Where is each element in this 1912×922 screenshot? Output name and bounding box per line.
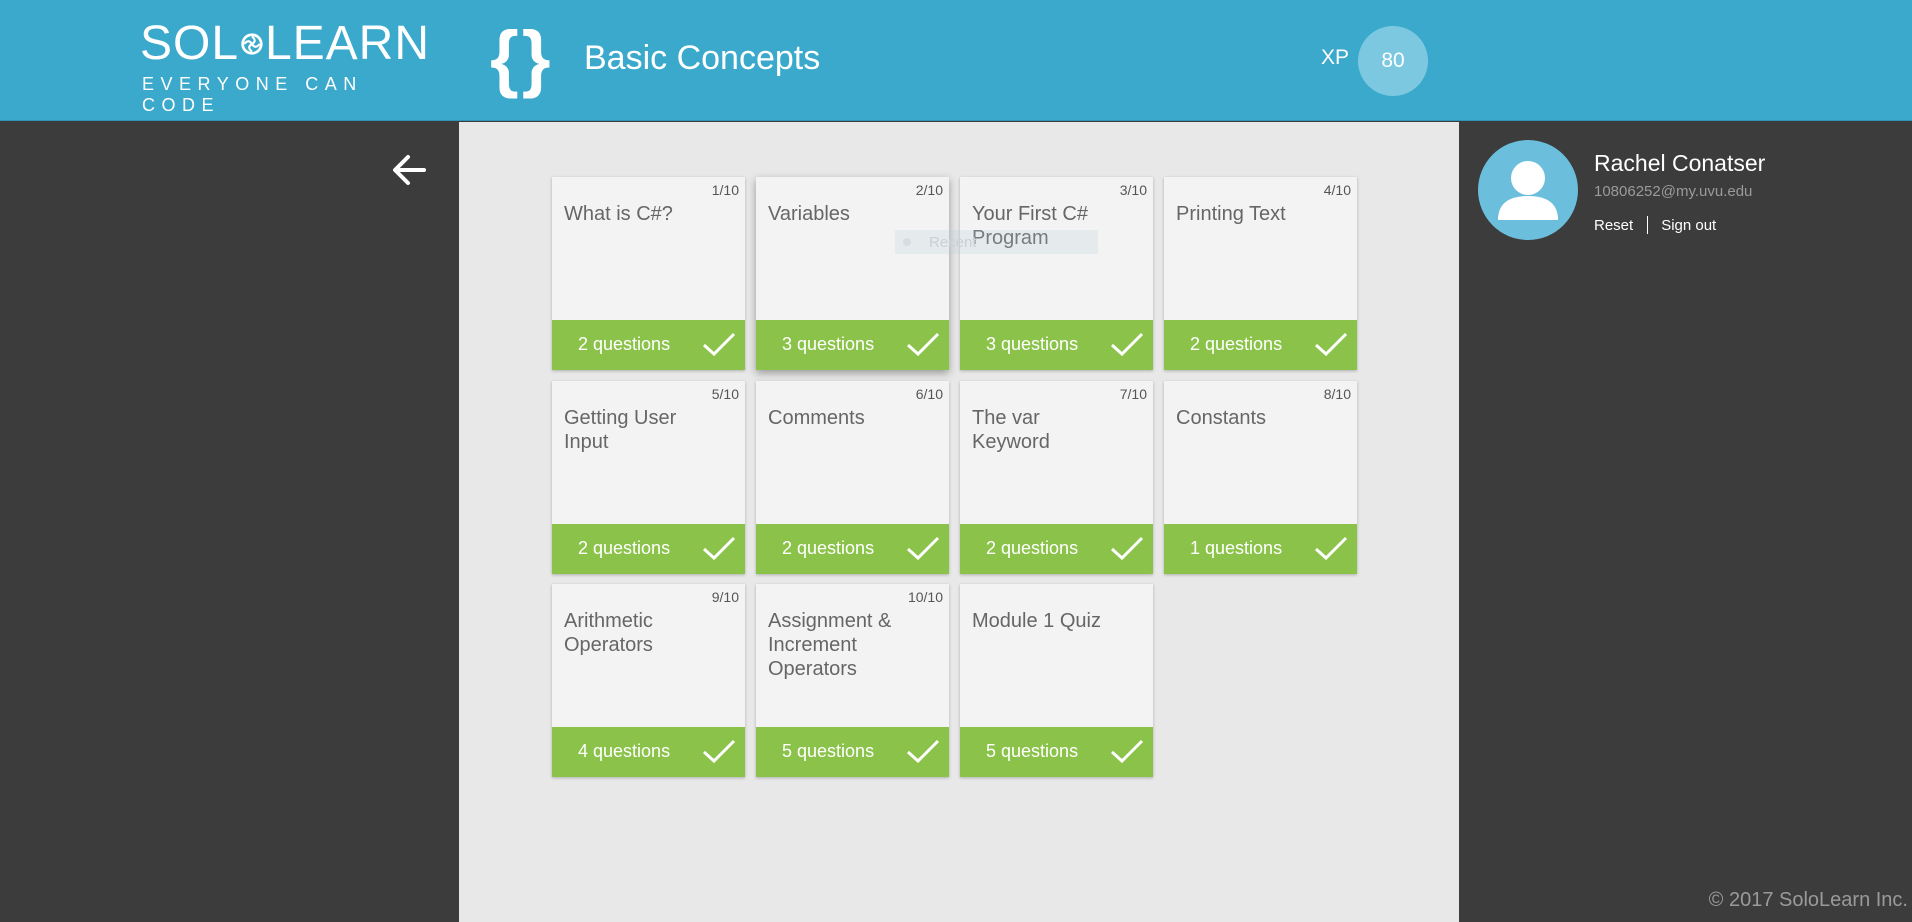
user-email: 10806252@my.uvu.edu [1594,183,1753,200]
checkmark-icon [906,332,940,357]
reset-link[interactable]: Reset [1594,217,1633,234]
ghost-tooltip: Recent [895,230,1098,254]
lesson-title: Comments [768,407,865,429]
checkmark-icon [1110,739,1144,764]
lesson-number: 2/10 [915,182,943,198]
ghost-tooltip-text: Recent [929,234,977,251]
lesson-card[interactable]: 8/10 Constants 1 questions [1164,381,1357,574]
lesson-title: Constants [1176,407,1267,429]
lesson-title: Arithmetic Operators [564,610,653,656]
question-count: 4 questions [578,741,671,761]
lesson-title: What is C#? [564,203,673,225]
lesson-title: The var Keyword [972,407,1050,453]
lesson-number: 3/10 [1119,182,1147,198]
copyright: © 2017 SoloLearn Inc. [1708,889,1908,911]
lesson-number: 9/10 [711,589,739,605]
swirl-icon [241,33,263,55]
lesson-card[interactable]: 5/10 Getting User Input 2 questions [552,381,745,574]
lesson-card[interactable]: 3/10 Your First C# Program 3 questions [960,177,1153,370]
checkmark-icon [1314,536,1348,561]
course-braces-icon: {} [490,16,554,99]
quiz-card[interactable]: Module 1 Quiz 5 questions [960,584,1153,777]
question-count: 2 questions [1190,334,1283,354]
question-count: 3 questions [782,334,875,354]
lesson-status-bar: 2 questions [552,524,745,574]
left-sidebar [0,122,459,922]
lesson-status-bar: 2 questions [756,524,949,574]
checkmark-icon [1110,332,1144,357]
checkmark-icon [1314,332,1348,357]
user-name: Rachel Conatser [1594,150,1766,176]
question-count: 5 questions [782,741,875,761]
lesson-card[interactable]: 6/10 Comments 2 questions [756,381,949,574]
sololearn-logo[interactable]: SOL LEARN EVERYONE CAN CODE [140,17,430,116]
logo-tagline: EVERYONE CAN CODE [142,74,363,115]
lesson-status-bar: 5 questions [960,727,1153,777]
question-count: 2 questions [782,538,875,558]
question-count: 3 questions [986,334,1079,354]
lesson-card[interactable]: 10/10 Assignment & Increment Operators 5… [756,584,949,777]
lesson-title: Assignment & Increment Operators [768,610,892,680]
checkmark-icon [906,536,940,561]
question-count: 5 questions [986,741,1079,761]
checkmark-icon [702,739,736,764]
lesson-status-bar: 3 questions [756,320,949,370]
lesson-number: 8/10 [1323,386,1351,402]
ghost-dot-icon [903,238,911,246]
account-links: Reset Sign out [1594,216,1716,234]
lesson-title: Variables [768,203,850,225]
logo-wordmark-left: SOL [140,17,240,70]
lesson-card[interactable]: 9/10 Arithmetic Operators 4 questions [552,584,745,777]
lesson-number: 5/10 [711,386,739,402]
lesson-number: 1/10 [711,182,739,198]
xp-badge: 80 [1358,26,1428,96]
lesson-number: 4/10 [1323,182,1351,198]
xp-label: XP [1321,46,1350,69]
checkmark-icon [702,536,736,561]
user-silhouette-icon [1498,161,1558,220]
app-header: SOL LEARN EVERYONE CAN CODE {} Basic Con… [0,0,1912,121]
lesson-status-bar: 3 questions [960,320,1153,370]
lesson-card[interactable]: 4/10 Printing Text 2 questions [1164,177,1357,370]
lesson-title: Printing Text [1176,203,1286,225]
lesson-status-bar: 5 questions [756,727,949,777]
lesson-status-bar: 2 questions [1164,320,1357,370]
lesson-status-bar: 2 questions [552,320,745,370]
lesson-title: Getting User Input [564,407,677,453]
avatar[interactable] [1478,140,1578,240]
lesson-card[interactable]: 2/10 Variables 3 questions [756,177,949,370]
lesson-number: 7/10 [1119,386,1147,402]
right-sidebar [1459,122,1912,922]
lesson-status-bar: 4 questions [552,727,745,777]
lesson-card[interactable]: 1/10 What is C#? 2 questions [552,177,745,370]
lesson-status-bar: 2 questions [960,524,1153,574]
sign-out-link[interactable]: Sign out [1661,217,1716,234]
lesson-status-bar: 1 questions [1164,524,1357,574]
arrow-left-icon[interactable] [390,151,428,189]
checkmark-icon [702,332,736,357]
page-title: Basic Concepts [584,39,821,77]
lesson-title: Module 1 Quiz [972,610,1101,632]
question-count: 2 questions [578,334,671,354]
lesson-card[interactable]: 7/10 The var Keyword 2 questions [960,381,1153,574]
checkmark-icon [906,739,940,764]
checkmark-icon [1110,536,1144,561]
lesson-number: 10/10 [907,589,943,605]
lesson-number: 6/10 [915,386,943,402]
logo-wordmark-right: LEARN [264,17,430,70]
link-divider [1647,216,1649,234]
question-count: 1 questions [1190,538,1283,558]
question-count: 2 questions [986,538,1079,558]
question-count: 2 questions [578,538,671,558]
